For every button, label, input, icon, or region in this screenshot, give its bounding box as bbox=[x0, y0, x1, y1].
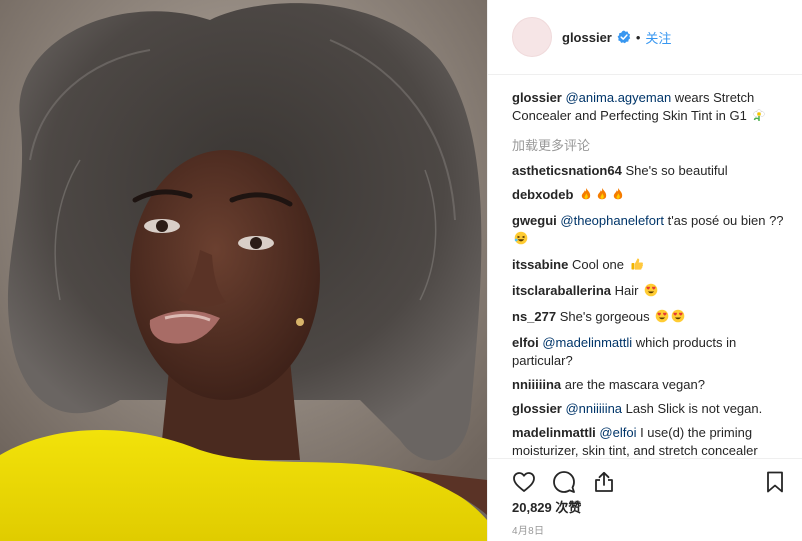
follow-button[interactable]: 关注 bbox=[645, 28, 671, 47]
comment-text: Lash Slick is not vegan. bbox=[622, 401, 763, 416]
heart-eyes-emoji-icon bbox=[644, 283, 658, 302]
verified-badge-icon bbox=[617, 30, 631, 44]
comment: gwegui @theophanelefort t'as posé ou bie… bbox=[512, 212, 789, 250]
comment-username[interactable]: glossier bbox=[512, 401, 562, 416]
comment-text: She's gorgeous bbox=[556, 309, 650, 324]
share-button[interactable] bbox=[590, 468, 618, 496]
thumbs-up-emoji-icon bbox=[630, 257, 644, 276]
comment: itsclaraballerina Hair bbox=[512, 282, 789, 302]
likes-count[interactable]: 20,829 次赞 bbox=[512, 497, 581, 516]
comment: nniiiiina are the mascara vegan? bbox=[512, 376, 789, 394]
flower-emoji-icon bbox=[752, 108, 766, 127]
post-header: glossier • 关注 bbox=[488, 0, 802, 75]
laughing-emoji-icon bbox=[514, 231, 528, 250]
comment-mention[interactable]: @nniiiiina bbox=[565, 401, 622, 416]
comment-text: She's so beautiful bbox=[621, 163, 728, 178]
comment-username[interactable]: itssabine bbox=[512, 257, 568, 272]
like-button[interactable] bbox=[510, 468, 538, 496]
post-image bbox=[0, 0, 487, 541]
comment: elfoi @madelinmattli which products in p… bbox=[512, 334, 789, 370]
comment: glossier @nniiiiina Lash Slick is not ve… bbox=[512, 400, 789, 418]
comment: madelinmattli @elfoi I use(d) the primin… bbox=[512, 424, 789, 458]
comment-username[interactable]: nniiiiina bbox=[512, 377, 561, 392]
heart-eyes-emoji-icon bbox=[655, 309, 669, 328]
comment: ns_277 She's gorgeous bbox=[512, 308, 789, 328]
comment: itssabine Cool one bbox=[512, 256, 789, 276]
comment: debxodeb bbox=[512, 186, 789, 206]
comment: astheticsnation64 She's so beautiful bbox=[512, 162, 789, 180]
comment-text: Hair bbox=[611, 283, 639, 298]
comment-mention[interactable]: @elfoi bbox=[599, 425, 636, 440]
caption: glossier @anima.agyeman wears Stretch Co… bbox=[512, 89, 789, 127]
comments-list[interactable]: glossier @anima.agyeman wears Stretch Co… bbox=[488, 83, 802, 458]
post-photo[interactable] bbox=[0, 0, 487, 541]
comment-username[interactable]: elfoi bbox=[512, 335, 539, 350]
fire-emoji-icon bbox=[579, 187, 593, 206]
comment-username[interactable]: astheticsnation64 bbox=[512, 163, 622, 178]
header-username[interactable]: glossier bbox=[562, 30, 612, 45]
bookmark-icon bbox=[767, 471, 783, 492]
comment-button[interactable] bbox=[550, 468, 578, 496]
load-more-comments-button[interactable]: 加载更多评论 bbox=[512, 135, 789, 154]
post-side-panel: glossier • 关注 glossier @anima.agyeman we… bbox=[487, 0, 802, 541]
comment-text: Cool one bbox=[568, 257, 625, 272]
comment-bubble-icon bbox=[553, 470, 575, 493]
fire-emoji-icon bbox=[595, 187, 609, 206]
comment-text: t'as posé ou bien ?? bbox=[663, 213, 784, 228]
header-separator: • bbox=[635, 29, 641, 45]
caption-mention[interactable]: @anima.agyeman bbox=[565, 90, 671, 105]
comment-text: are the mascara vegan? bbox=[561, 377, 705, 392]
heart-eyes-emoji-icon bbox=[671, 309, 685, 328]
avatar[interactable] bbox=[512, 17, 552, 57]
heart-icon bbox=[513, 471, 535, 492]
save-button[interactable] bbox=[761, 468, 789, 496]
share-icon bbox=[595, 471, 613, 492]
comment-mention[interactable]: @madelinmattli bbox=[542, 335, 632, 350]
post-date[interactable]: 4月8日 bbox=[512, 522, 544, 537]
comment-username[interactable]: madelinmattli bbox=[512, 425, 596, 440]
comment-username[interactable]: ns_277 bbox=[512, 309, 556, 324]
comment-username[interactable]: gwegui bbox=[512, 213, 557, 228]
fire-emoji-icon bbox=[611, 187, 625, 206]
caption-username[interactable]: glossier bbox=[512, 90, 562, 105]
action-bar bbox=[488, 458, 802, 498]
comment-username[interactable]: debxodeb bbox=[512, 187, 573, 202]
comment-username[interactable]: itsclaraballerina bbox=[512, 283, 611, 298]
comment-mention[interactable]: @theophanelefort bbox=[560, 213, 664, 228]
